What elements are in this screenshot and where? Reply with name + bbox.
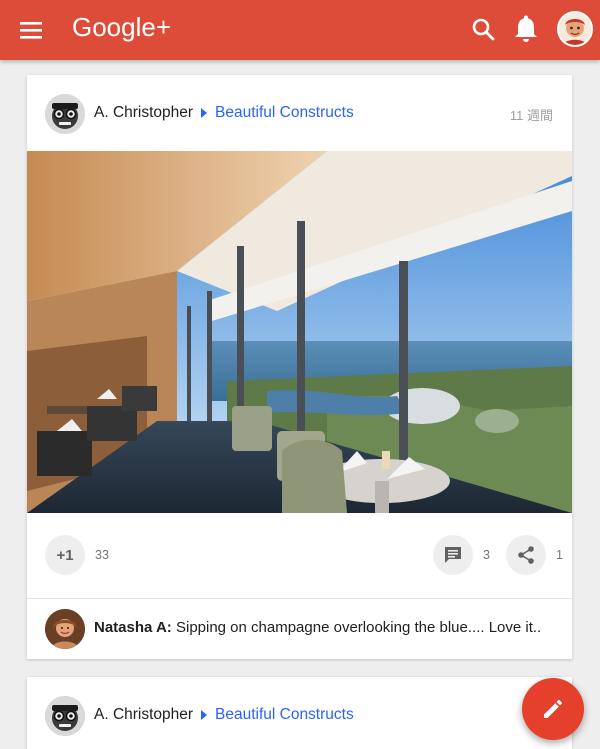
notifications-bell-icon[interactable] (512, 14, 540, 46)
author-name[interactable]: A. Christopher (94, 706, 193, 724)
comment-button[interactable] (433, 535, 473, 575)
post-timestamp: 11 週間 (509, 108, 553, 123)
share-icon (518, 546, 534, 564)
search-icon[interactable] (470, 16, 498, 44)
share-count: 1 (556, 548, 563, 562)
profile-avatar[interactable] (557, 11, 593, 47)
plus-one-button[interactable]: +1 (45, 535, 85, 575)
post-card: A. Christopher Beautiful Constructs 11 (27, 677, 572, 749)
commenter-name[interactable]: Natasha A: (94, 619, 172, 636)
post-card: A. Christopher Beautiful Constructs 11 週… (27, 75, 572, 659)
commenter-avatar[interactable] (45, 609, 85, 649)
comment-body: Sipping on champagne overlooking the blu… (171, 619, 542, 636)
share-button[interactable] (506, 535, 546, 575)
plus-one-count: 33 (95, 548, 109, 562)
menu-icon[interactable] (18, 18, 46, 42)
post-image[interactable] (27, 151, 572, 513)
post-header: A. Christopher Beautiful Constructs 11 週… (27, 75, 572, 151)
top-app-bar: Google+ (0, 0, 600, 60)
collection-link[interactable]: Beautiful Constructs (215, 104, 354, 122)
caret-right-icon (201, 710, 207, 720)
compose-fab[interactable] (522, 678, 584, 740)
pencil-icon (544, 700, 562, 718)
comment-icon (445, 547, 461, 563)
comment-text: Natasha A: Sipping on champagne overlook… (94, 619, 541, 636)
post-actions: +1 33 3 1 (27, 513, 572, 599)
caret-right-icon (201, 108, 207, 118)
author-name[interactable]: A. Christopher (94, 104, 193, 122)
comment-count: 3 (483, 548, 490, 562)
app-logo[interactable]: Google+ (72, 12, 171, 43)
author-avatar[interactable] (45, 94, 85, 134)
collection-link[interactable]: Beautiful Constructs (215, 706, 354, 724)
top-comment[interactable]: Natasha A: Sipping on champagne overlook… (27, 600, 572, 659)
author-avatar[interactable] (45, 696, 85, 736)
post-header: A. Christopher Beautiful Constructs 11 (27, 677, 572, 749)
